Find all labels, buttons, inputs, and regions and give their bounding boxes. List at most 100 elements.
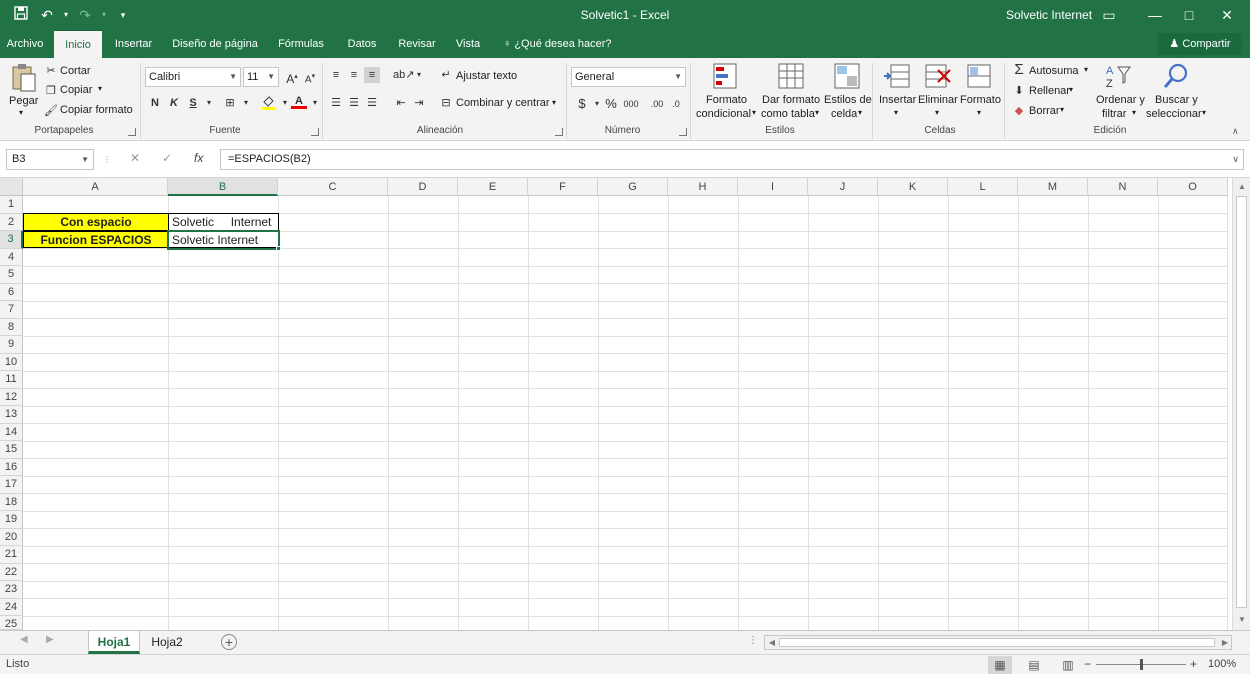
increase-indent-icon[interactable]: ⇥ — [411, 95, 427, 111]
row-header[interactable]: 17 — [0, 476, 23, 494]
column-header[interactable]: H — [668, 178, 738, 196]
tab-diseno-pagina[interactable]: Diseño de página — [166, 30, 264, 58]
column-header[interactable]: M — [1018, 178, 1088, 196]
user-name[interactable]: Solvetic Internet — [1006, 8, 1092, 22]
orientation-icon[interactable]: ab↗ — [393, 67, 414, 83]
column-header[interactable]: C — [278, 178, 388, 196]
column-header[interactable]: A — [23, 178, 168, 196]
percent-button[interactable]: % — [603, 96, 619, 112]
add-sheet-icon[interactable]: + — [221, 634, 237, 650]
row-header[interactable]: 24 — [0, 598, 23, 616]
row-header[interactable]: 16 — [0, 458, 23, 476]
fill-dropdown-icon[interactable]: ▾ — [1069, 85, 1073, 94]
copy-dropdown-icon[interactable]: ▾ — [98, 84, 102, 93]
row-header[interactable]: 9 — [0, 336, 23, 354]
vertical-scrollbar[interactable]: ▲ ▼ — [1232, 178, 1250, 630]
ribbon-display-options-icon[interactable]: ▭ — [1086, 0, 1132, 30]
fill-color-icon[interactable] — [261, 94, 277, 110]
row-header[interactable]: 25 — [0, 616, 23, 630]
italic-button[interactable]: K — [166, 95, 182, 111]
decrease-font-icon[interactable]: A▾ — [302, 69, 318, 85]
row-header[interactable]: 11 — [0, 371, 23, 389]
cell-grid[interactable]: Con espacio Solvetic Internet Funcion ES… — [23, 196, 1228, 630]
copy-button[interactable]: Copiar — [60, 84, 92, 96]
scroll-right-icon[interactable]: ▶ — [1217, 635, 1233, 651]
merge-center-button[interactable]: Combinar y centrar — [456, 97, 550, 109]
thousands-button[interactable]: 000 — [621, 96, 641, 112]
horizontal-scroll-thumb[interactable] — [779, 638, 1215, 647]
row-header[interactable]: 5 — [0, 266, 23, 284]
font-color-icon[interactable]: A — [291, 93, 307, 109]
column-header[interactable]: L — [948, 178, 1018, 196]
align-right-icon[interactable]: ☰ — [364, 95, 380, 111]
scroll-down-icon[interactable]: ▼ — [1234, 612, 1250, 628]
decrease-indent-icon[interactable]: ⇤ — [393, 95, 409, 111]
column-header[interactable]: G — [598, 178, 668, 196]
font-color-dropdown-icon[interactable]: ▾ — [307, 95, 323, 111]
vertical-scroll-thumb[interactable] — [1236, 196, 1247, 608]
collapse-ribbon-icon[interactable]: ∧ — [1232, 126, 1239, 137]
align-center-icon[interactable]: ☰ — [346, 95, 362, 111]
zoom-in-icon[interactable]: + — [1190, 657, 1197, 671]
row-header[interactable]: 18 — [0, 493, 23, 511]
zoom-slider-thumb[interactable] — [1140, 659, 1143, 670]
scroll-up-icon[interactable]: ▲ — [1234, 179, 1250, 195]
row-header[interactable]: 13 — [0, 406, 23, 424]
column-header[interactable]: O — [1158, 178, 1228, 196]
clear-dropdown-icon[interactable]: ▾ — [1060, 105, 1064, 114]
tell-me-box[interactable]: ♀ ¿Qué desea hacer? — [503, 30, 612, 58]
enter-formula-icon[interactable]: ✓ — [162, 151, 172, 165]
scroll-left-icon[interactable]: ◀ — [764, 635, 780, 651]
row-header[interactable]: 19 — [0, 511, 23, 529]
row-header[interactable]: 3 — [0, 231, 23, 249]
row-header[interactable]: 10 — [0, 353, 23, 371]
increase-font-icon[interactable]: A▴ — [284, 69, 300, 86]
tab-datos[interactable]: Datos — [340, 30, 384, 58]
underline-button[interactable]: S — [185, 95, 201, 111]
select-all-corner[interactable] — [0, 178, 23, 196]
orientation-dropdown-icon[interactable]: ▾ — [411, 67, 427, 83]
sheet-tab-hoja1[interactable]: Hoja1 — [88, 631, 140, 654]
tab-revisar[interactable]: Revisar — [392, 30, 442, 58]
row-header[interactable]: 21 — [0, 546, 23, 564]
cell-a3[interactable]: Funcion ESPACIOS — [23, 230, 169, 248]
underline-dropdown-icon[interactable]: ▾ — [201, 95, 217, 111]
align-bottom-icon[interactable]: ≡ — [364, 67, 380, 83]
row-header[interactable]: 20 — [0, 528, 23, 546]
cell-b2[interactable]: Solvetic Internet — [168, 213, 279, 231]
column-header[interactable]: N — [1088, 178, 1158, 196]
wrap-text-button[interactable]: Ajustar texto — [456, 70, 517, 82]
tab-archivo[interactable]: Archivo — [0, 30, 50, 58]
expand-formula-icon[interactable]: ∨ — [1232, 150, 1239, 169]
column-header[interactable]: F — [528, 178, 598, 196]
cancel-formula-icon[interactable]: ✕ — [130, 151, 140, 165]
font-launcher-icon[interactable] — [311, 128, 319, 136]
page-break-view-icon[interactable]: ▥ — [1056, 656, 1080, 674]
cell-a2[interactable]: Con espacio — [23, 213, 169, 231]
tab-formulas[interactable]: Fórmulas — [270, 30, 332, 58]
insert-function-icon[interactable]: fx — [194, 151, 203, 165]
increase-decimal-icon[interactable]: .00 — [649, 96, 665, 112]
autosum-button[interactable]: Autosuma — [1029, 65, 1079, 77]
tab-splitter-icon[interactable]: ⋮ — [748, 635, 758, 646]
currency-button[interactable]: $ — [574, 96, 590, 112]
tab-inicio[interactable]: Inicio — [54, 30, 102, 58]
alignment-launcher-icon[interactable] — [555, 128, 563, 136]
column-header[interactable]: E — [458, 178, 528, 196]
resize-handle-icon[interactable]: ⋮ — [103, 155, 111, 164]
column-header[interactable]: J — [808, 178, 878, 196]
font-size-select[interactable]: 11 ▼ — [243, 67, 279, 87]
number-launcher-icon[interactable] — [679, 128, 687, 136]
borders-dropdown-icon[interactable]: ▾ — [238, 95, 254, 111]
merge-dropdown-icon[interactable]: ▾ — [552, 98, 556, 107]
format-painter-button[interactable]: Copiar formato — [60, 104, 133, 116]
name-box[interactable]: B3 ▼ — [6, 149, 94, 170]
row-header[interactable]: 14 — [0, 423, 23, 441]
row-header[interactable]: 8 — [0, 318, 23, 336]
row-header[interactable]: 4 — [0, 248, 23, 266]
row-header[interactable]: 2 — [0, 213, 23, 231]
bold-button[interactable]: N — [147, 95, 163, 111]
fill-handle[interactable] — [276, 246, 281, 251]
page-layout-view-icon[interactable]: ▤ — [1022, 656, 1046, 674]
font-name-select[interactable]: Calibri ▼ — [145, 67, 241, 87]
